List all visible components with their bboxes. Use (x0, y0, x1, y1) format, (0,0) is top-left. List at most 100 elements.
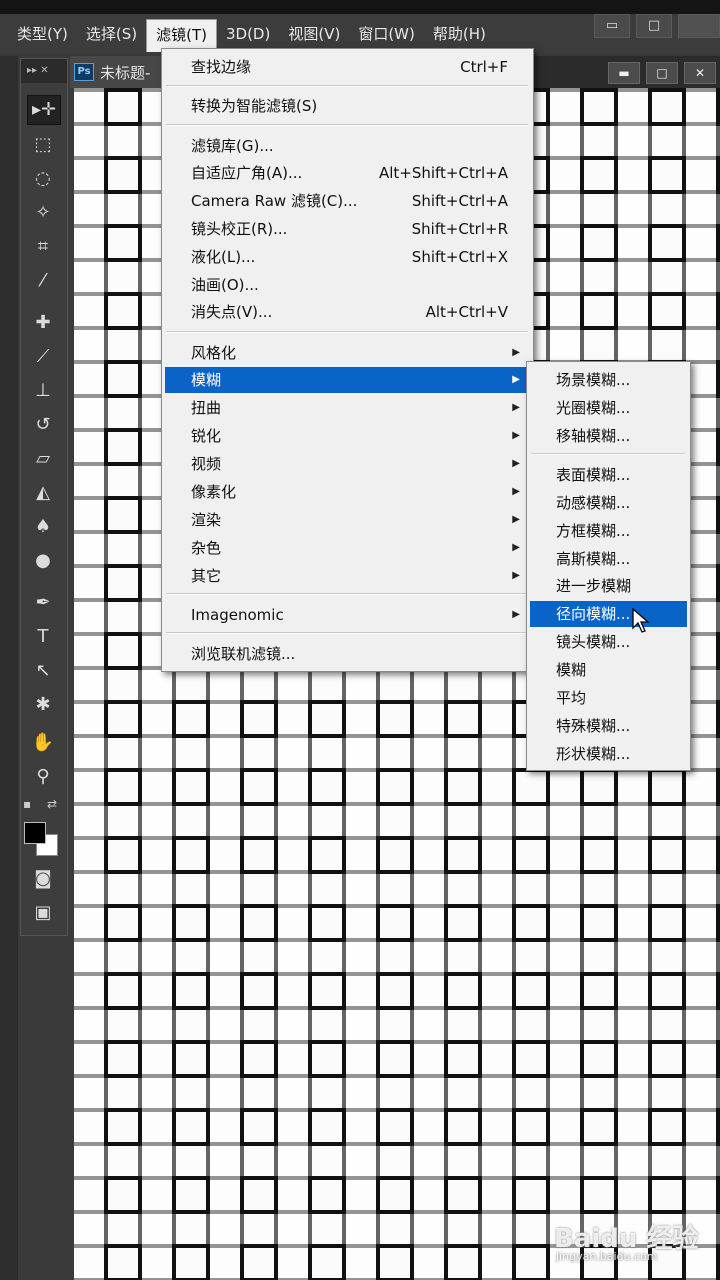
document-tab[interactable]: Ps 未标题- (70, 56, 165, 88)
menu-item-noise[interactable]: 杂色 ▶ (165, 535, 530, 561)
history-brush-icon[interactable]: ↺ (27, 411, 59, 439)
submenu-item-average[interactable]: 平均 (530, 685, 687, 711)
menu-item-adaptive-wide-angle[interactable]: 自适应广角(A)... Alt+Shift+Ctrl+A (165, 160, 530, 186)
menu-item-camera-raw[interactable]: Camera Raw 滤镜(C)... Shift+Ctrl+A (165, 188, 530, 214)
toolbox: ▸▸ ✕ ▸✛ ⬚ ◌ ✧ ⌗ ⁄ ✚ ⟋ ⊥ ↺ ▱ ◭ ♠ ● ✒ T ↖ … (20, 58, 68, 936)
submenu-item-surface-blur[interactable]: 表面模糊... (530, 462, 687, 488)
menu-item-stylize[interactable]: 风格化 ▶ (165, 340, 530, 366)
submenu-item-motion-blur[interactable]: 动感模糊... (530, 490, 687, 516)
submenu-item-shape-blur[interactable]: 形状模糊... (530, 741, 687, 767)
menu-item-distort[interactable]: 扭曲 ▶ (165, 395, 530, 421)
stamp-icon[interactable]: ⊥ (27, 377, 59, 405)
blur-icon[interactable]: ♠ (27, 513, 59, 541)
submenu-item-tilt-shift[interactable]: 移轴模糊... (530, 423, 687, 449)
menu-separator (531, 453, 685, 455)
menu-item-oil-paint[interactable]: 油画(O)... (165, 272, 530, 298)
menu-item-pixelate[interactable]: 像素化 ▶ (165, 479, 530, 505)
brush-icon[interactable]: ⟋ (27, 343, 59, 371)
menu-item-browse-online-filters[interactable]: 浏览联机滤镜... (165, 641, 530, 667)
title-strip (0, 0, 720, 14)
menu-item-render[interactable]: 渲染 ▶ (165, 507, 530, 533)
submenu-arrow-icon: ▶ (512, 542, 520, 553)
submenu-item-lens-blur[interactable]: 镜头模糊... (530, 629, 687, 655)
doc-minimize-icon[interactable]: ▬ (608, 62, 640, 84)
menu-separator (166, 632, 528, 634)
doc-restore-icon[interactable]: □ (646, 62, 678, 84)
menu-item-imagenomic[interactable]: Imagenomic ▶ (165, 602, 530, 628)
menu-separator (166, 124, 528, 126)
dodge-icon[interactable]: ● (27, 547, 59, 575)
submenu-arrow-icon: ▶ (512, 374, 520, 385)
menu-separator (166, 593, 528, 595)
toolbox-header[interactable]: ▸▸ ✕ (21, 59, 67, 83)
default-colors-icon[interactable]: ▪ (23, 797, 31, 811)
eraser-icon[interactable]: ▱ (27, 445, 59, 473)
menu-item-liquify[interactable]: 液化(L)... Shift+Ctrl+X (165, 244, 530, 270)
restore-icon[interactable]: □ (636, 14, 672, 38)
healing-brush-icon[interactable]: ✚ (27, 309, 59, 337)
screen-mode-icon[interactable]: ▣ (27, 899, 59, 927)
paint-bucket-icon[interactable]: ◭ (27, 479, 59, 507)
photoshop-icon: Ps (74, 63, 94, 81)
menu-item-convert-smart-filter[interactable]: 转换为智能滤镜(S) (165, 93, 530, 119)
submenu-item-field-blur[interactable]: 场景模糊... (530, 367, 687, 393)
close-icon[interactable] (678, 14, 720, 38)
lasso-icon[interactable]: ◌ (27, 165, 59, 193)
menu-select[interactable]: 选择(S) (77, 19, 146, 49)
menu-window[interactable]: 窗口(W) (349, 19, 424, 49)
watermark-url: jingyan.baidu.com (556, 1250, 658, 1263)
menu-item-find-edges[interactable]: 查找边缘 Ctrl+F (165, 54, 530, 80)
submenu-item-gaussian-blur[interactable]: 高斯模糊... (530, 546, 687, 572)
eyedropper-icon[interactable]: ⁄ (27, 267, 59, 295)
menu-separator (166, 85, 528, 87)
menu-item-vanishing-point[interactable]: 消失点(V)... Alt+Ctrl+V (165, 299, 530, 325)
hand-icon[interactable]: ✋ (27, 729, 59, 757)
menu-3d[interactable]: 3D(D) (217, 19, 279, 49)
submenu-item-blur-more[interactable]: 进一步模糊 (530, 573, 687, 599)
menu-item-video[interactable]: 视频 ▶ (165, 451, 530, 477)
menu-item-blur[interactable]: 模糊 ▶ (165, 367, 530, 393)
doc-close-icon[interactable]: ✕ (684, 62, 716, 84)
quick-mask-icon[interactable]: ◙ (27, 865, 59, 893)
menu-help[interactable]: 帮助(H) (424, 19, 495, 49)
left-dock (0, 56, 18, 1280)
filter-menu: 查找边缘 Ctrl+F 转换为智能滤镜(S) 滤镜库(G)... 自适应广角(A)… (161, 48, 534, 672)
menu-separator (166, 331, 528, 333)
document-controls: ▬ □ ✕ (602, 62, 716, 84)
menu-item-sharpen[interactable]: 锐化 ▶ (165, 423, 530, 449)
submenu-item-radial-blur[interactable]: 径向模糊... (530, 601, 687, 627)
submenu-arrow-icon: ▶ (512, 570, 520, 581)
swap-colors-icon[interactable]: ⇄ (47, 797, 57, 811)
pen-icon[interactable]: ✒ (27, 589, 59, 617)
menu-view[interactable]: 视图(V) (279, 19, 349, 49)
type-icon[interactable]: T (27, 623, 59, 651)
menu-item-other[interactable]: 其它 ▶ (165, 563, 530, 589)
submenu-arrow-icon: ▶ (512, 486, 520, 497)
crop-icon[interactable]: ⌗ (27, 233, 59, 261)
minimize-icon[interactable]: ▭ (594, 14, 630, 38)
menu-item-filter-gallery[interactable]: 滤镜库(G)... (165, 133, 530, 159)
submenu-item-iris-blur[interactable]: 光圈模糊... (530, 395, 687, 421)
menu-item-lens-correction[interactable]: 镜头校正(R)... Shift+Ctrl+R (165, 216, 530, 242)
move-icon[interactable]: ▸✛ (27, 95, 61, 125)
submenu-item-blur[interactable]: 模糊 (530, 657, 687, 683)
blur-submenu: 场景模糊... 光圈模糊... 移轴模糊... 表面模糊... 动感模糊... … (526, 361, 691, 771)
foreground-color-swatch[interactable] (24, 822, 46, 844)
document-title: 未标题- (100, 63, 151, 82)
submenu-item-box-blur[interactable]: 方框模糊... (530, 518, 687, 544)
submenu-arrow-icon: ▶ (512, 402, 520, 413)
path-selection-icon[interactable]: ↖ (27, 657, 59, 685)
submenu-item-smart-blur[interactable]: 特殊模糊... (530, 713, 687, 739)
marquee-icon[interactable]: ⬚ (27, 131, 59, 159)
window-controls: ▭ □ (588, 14, 720, 40)
mouse-cursor-icon (632, 608, 650, 633)
menu-filter[interactable]: 滤镜(T) (146, 18, 217, 52)
custom-shape-icon[interactable]: ✱ (27, 691, 59, 719)
zoom-icon[interactable]: ⚲ (27, 763, 59, 791)
submenu-arrow-icon: ▶ (512, 430, 520, 441)
menu-type[interactable]: 类型(Y) (8, 19, 77, 49)
submenu-arrow-icon: ▶ (512, 347, 520, 358)
baidu-watermark: Baidu 经验 jingyan.baidu.com (548, 1218, 718, 1268)
magic-wand-icon[interactable]: ✧ (27, 199, 59, 227)
submenu-arrow-icon: ▶ (512, 458, 520, 469)
